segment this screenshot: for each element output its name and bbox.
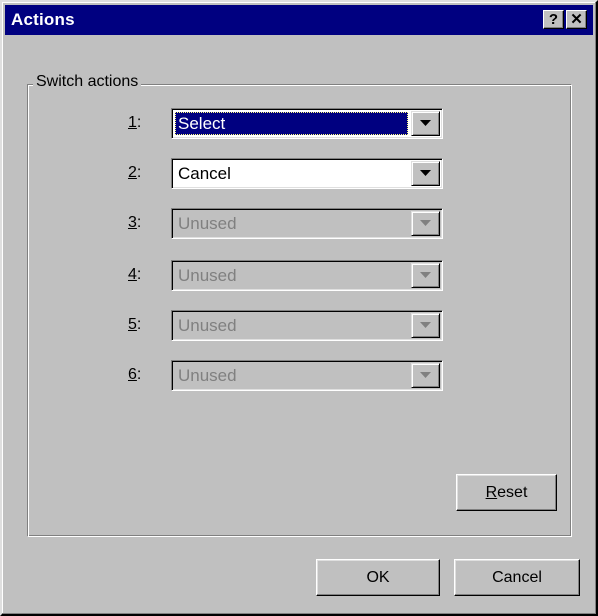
action-1-dropdown-button[interactable] xyxy=(411,111,440,136)
action-6-dropdown[interactable]: Unused xyxy=(171,360,443,391)
window-title: Actions xyxy=(11,10,75,29)
action-1-label: 1: xyxy=(128,114,142,131)
action-6-label: 6: xyxy=(128,366,142,383)
action-4-dropdown-button[interactable] xyxy=(411,263,440,288)
action-3-value: Unused xyxy=(178,214,237,233)
close-button[interactable]: ✕ xyxy=(566,10,587,29)
action-3-dropdown-button[interactable] xyxy=(411,211,440,236)
action-2-label: 2: xyxy=(128,164,142,181)
actions-dialog: Actions ? ✕ Switch actions 1: Select 2: … xyxy=(0,0,598,616)
chevron-down-icon xyxy=(420,170,431,176)
action-2-value: Cancel xyxy=(178,164,231,183)
action-1-dropdown[interactable]: Select xyxy=(171,108,443,139)
action-1-value: Select xyxy=(175,112,408,135)
chevron-down-icon xyxy=(420,272,431,278)
action-6-dropdown-button[interactable] xyxy=(411,363,440,388)
chevron-down-icon xyxy=(420,372,431,378)
action-2-dropdown[interactable]: Cancel xyxy=(171,158,443,189)
action-5-dropdown-button[interactable] xyxy=(411,313,440,338)
action-5-label: 5: xyxy=(128,316,142,333)
action-4-dropdown[interactable]: Unused xyxy=(171,260,443,291)
action-5-value: Unused xyxy=(178,316,237,335)
action-6-value: Unused xyxy=(178,366,237,385)
action-5-dropdown[interactable]: Unused xyxy=(171,310,443,341)
action-3-label: 3: xyxy=(128,214,142,231)
title-bar[interactable]: Actions ? ✕ xyxy=(5,5,593,35)
action-4-label: 4: xyxy=(128,266,142,283)
help-icon: ? xyxy=(548,11,559,28)
action-3-dropdown[interactable]: Unused xyxy=(171,208,443,239)
group-label: Switch actions xyxy=(33,72,142,92)
ok-button[interactable]: OK xyxy=(316,559,440,596)
help-button[interactable]: ? xyxy=(543,10,564,29)
action-2-dropdown-button[interactable] xyxy=(411,161,440,186)
close-icon: ✕ xyxy=(570,11,583,28)
reset-button[interactable]: Reset xyxy=(456,474,557,511)
chevron-down-icon xyxy=(420,220,431,226)
action-4-value: Unused xyxy=(178,266,237,285)
cancel-button[interactable]: Cancel xyxy=(454,559,580,596)
chevron-down-icon xyxy=(420,322,431,328)
chevron-down-icon xyxy=(420,120,431,126)
